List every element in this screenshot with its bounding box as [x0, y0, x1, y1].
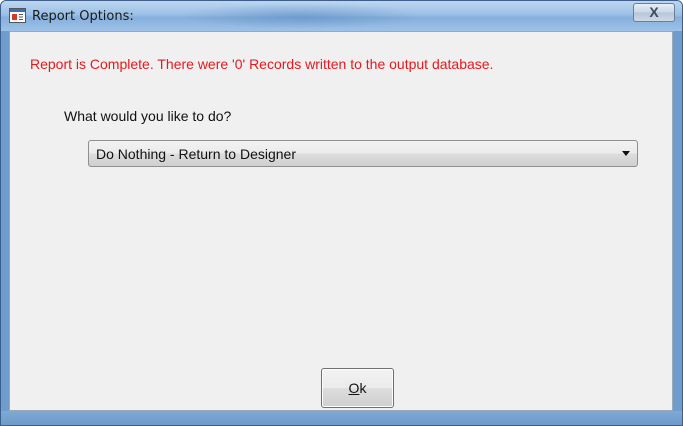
title-bar[interactable]: Report Options: X: [1, 1, 682, 31]
report-window-icon: [9, 8, 26, 23]
action-select[interactable]: Do Nothing - Return to Designer: [88, 140, 638, 167]
title-bar-glow: [181, 3, 421, 29]
ok-button[interactable]: Ok: [321, 368, 394, 408]
status-message: Report is Complete. There were '0' Recor…: [30, 56, 494, 72]
window-title: Report Options:: [32, 9, 134, 24]
close-button[interactable]: X: [633, 3, 675, 22]
ok-button-label: Ok: [322, 380, 393, 396]
action-question-label: What would you like to do?: [64, 108, 232, 124]
chevron-down-icon[interactable]: [622, 151, 630, 156]
ok-button-mnemonic: O: [348, 380, 360, 396]
close-icon: X: [649, 4, 659, 20]
action-select-value: Do Nothing - Return to Designer: [96, 146, 296, 162]
report-options-window: Report Options: X Report is Complete. Th…: [0, 0, 683, 426]
ok-button-label-rest: k: [359, 380, 367, 396]
dialog-body: [9, 31, 673, 411]
window-bottom-frame: [1, 411, 682, 425]
